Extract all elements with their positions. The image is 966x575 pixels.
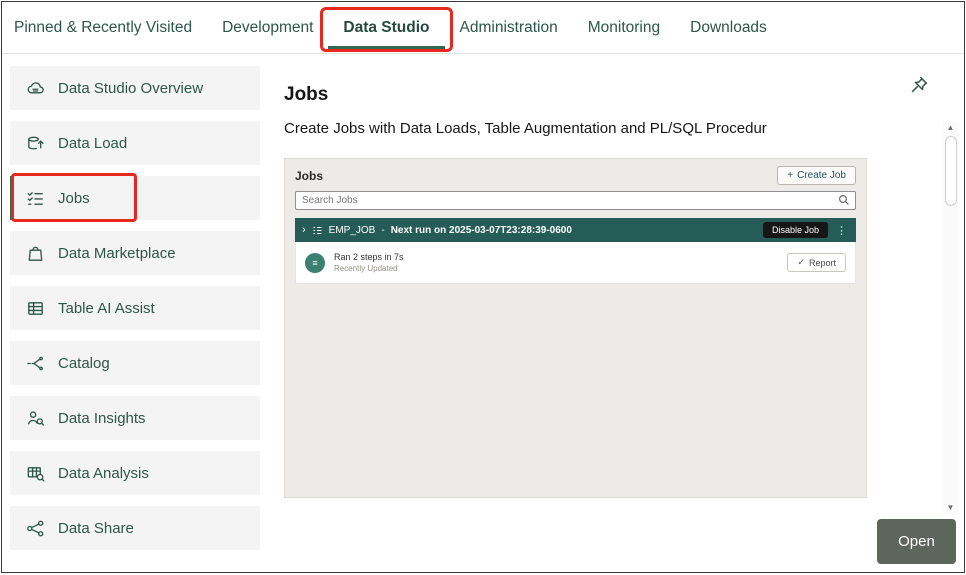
- create-job-button: + Create Job: [777, 166, 856, 185]
- tab-downloads[interactable]: Downloads: [675, 19, 782, 37]
- sidebar-item-label: Catalog: [58, 355, 110, 372]
- catalog-branch-icon: [24, 352, 46, 374]
- shopping-bag-icon: [24, 242, 46, 264]
- tab-pinned-recently-visited[interactable]: Pinned & Recently Visited: [14, 19, 207, 37]
- create-job-label: Create Job: [797, 170, 846, 181]
- report-label: Report: [809, 258, 836, 268]
- data-load-icon: [24, 132, 46, 154]
- vertical-scrollbar: ▲ ▼: [943, 122, 958, 514]
- disable-job-button: Disable Job: [763, 222, 828, 238]
- scroll-up-arrow-icon[interactable]: ▲: [947, 123, 955, 133]
- job-list-icon: [312, 225, 323, 236]
- sidebar-item-label: Jobs: [58, 190, 90, 207]
- job-status-text: Ran 2 steps in 7s: [334, 252, 404, 262]
- check-icon: ✓: [797, 257, 805, 268]
- sidebar-item-label: Data Studio Overview: [58, 80, 203, 97]
- job-header-bar: › EMP_JOB - Next run on 2025-03-07T23:28…: [295, 218, 856, 242]
- plus-icon: +: [787, 170, 793, 181]
- preview-title: Jobs: [295, 169, 323, 183]
- page-title: Jobs: [284, 84, 964, 106]
- sidebar-item-data-load[interactable]: Data Load: [10, 121, 260, 165]
- sidebar: Data Studio Overview Data Load Jobs: [2, 54, 264, 573]
- cloud-database-icon: [24, 77, 46, 99]
- top-navigation: Pinned & Recently Visited Development Da…: [2, 2, 964, 54]
- person-search-icon: [24, 407, 46, 429]
- chevron-right-icon: ›: [302, 225, 306, 236]
- jobs-checklist-icon: [24, 187, 46, 209]
- content-row: Data Studio Overview Data Load Jobs: [2, 54, 964, 573]
- sidebar-item-label: Data Share: [58, 520, 134, 537]
- tab-administration[interactable]: Administration: [445, 19, 573, 37]
- search-icon: [838, 194, 850, 206]
- kebab-menu-icon: ⋮: [834, 224, 849, 237]
- main-panel: Jobs Create Jobs with Data Loads, Table …: [264, 54, 964, 573]
- report-button: ✓ Report: [787, 253, 846, 272]
- sidebar-item-data-share[interactable]: Data Share: [10, 506, 260, 550]
- sidebar-item-data-studio-overview[interactable]: Data Studio Overview: [10, 66, 260, 110]
- job-next-run: Next run on 2025-03-07T23:28:39-0600: [391, 225, 572, 236]
- job-name: EMP_JOB: [329, 225, 376, 236]
- pin-icon[interactable]: [908, 74, 932, 98]
- job-status-lines: Ran 2 steps in 7s Recently Updated: [334, 252, 404, 273]
- tab-monitoring[interactable]: Monitoring: [573, 19, 675, 37]
- sidebar-item-label: Data Analysis: [58, 465, 149, 482]
- share-nodes-icon: [24, 517, 46, 539]
- search-jobs-input: [295, 191, 856, 210]
- sidebar-item-label: Table AI Assist: [58, 300, 155, 317]
- job-avatar: ≡: [305, 253, 325, 273]
- preview-header: Jobs + Create Job: [285, 159, 866, 190]
- sidebar-item-data-analysis[interactable]: Data Analysis: [10, 451, 260, 495]
- sidebar-item-label: Data Load: [58, 135, 127, 152]
- page-description: Create Jobs with Data Loads, Table Augme…: [284, 120, 964, 137]
- job-detail-row: ≡ Ran 2 steps in 7s Recently Updated ✓ Re…: [295, 242, 856, 284]
- preview-search: [295, 190, 856, 210]
- table-grid-icon: [24, 297, 46, 319]
- tab-data-studio[interactable]: Data Studio: [328, 19, 444, 37]
- app-window: Pinned & Recently Visited Development Da…: [1, 1, 965, 573]
- open-button[interactable]: Open: [877, 519, 956, 564]
- scrollbar-thumb[interactable]: [945, 136, 957, 206]
- sidebar-item-jobs[interactable]: Jobs: [10, 176, 260, 220]
- scroll-down-arrow-icon[interactable]: ▼: [947, 503, 955, 513]
- sidebar-item-data-insights[interactable]: Data Insights: [10, 396, 260, 440]
- jobs-preview-card[interactable]: Jobs + Create Job › EMP_JOB - Next run on…: [284, 158, 867, 498]
- sidebar-item-table-ai-assist[interactable]: Table AI Assist: [10, 286, 260, 330]
- tab-development[interactable]: Development: [207, 19, 328, 37]
- sidebar-item-catalog[interactable]: Catalog: [10, 341, 260, 385]
- job-name-separator: -: [381, 225, 384, 236]
- job-updated-text: Recently Updated: [334, 264, 404, 273]
- sidebar-item-label: Data Marketplace: [58, 245, 176, 262]
- sidebar-item-label: Data Insights: [58, 410, 146, 427]
- sidebar-item-data-marketplace[interactable]: Data Marketplace: [10, 231, 260, 275]
- table-search-icon: [24, 462, 46, 484]
